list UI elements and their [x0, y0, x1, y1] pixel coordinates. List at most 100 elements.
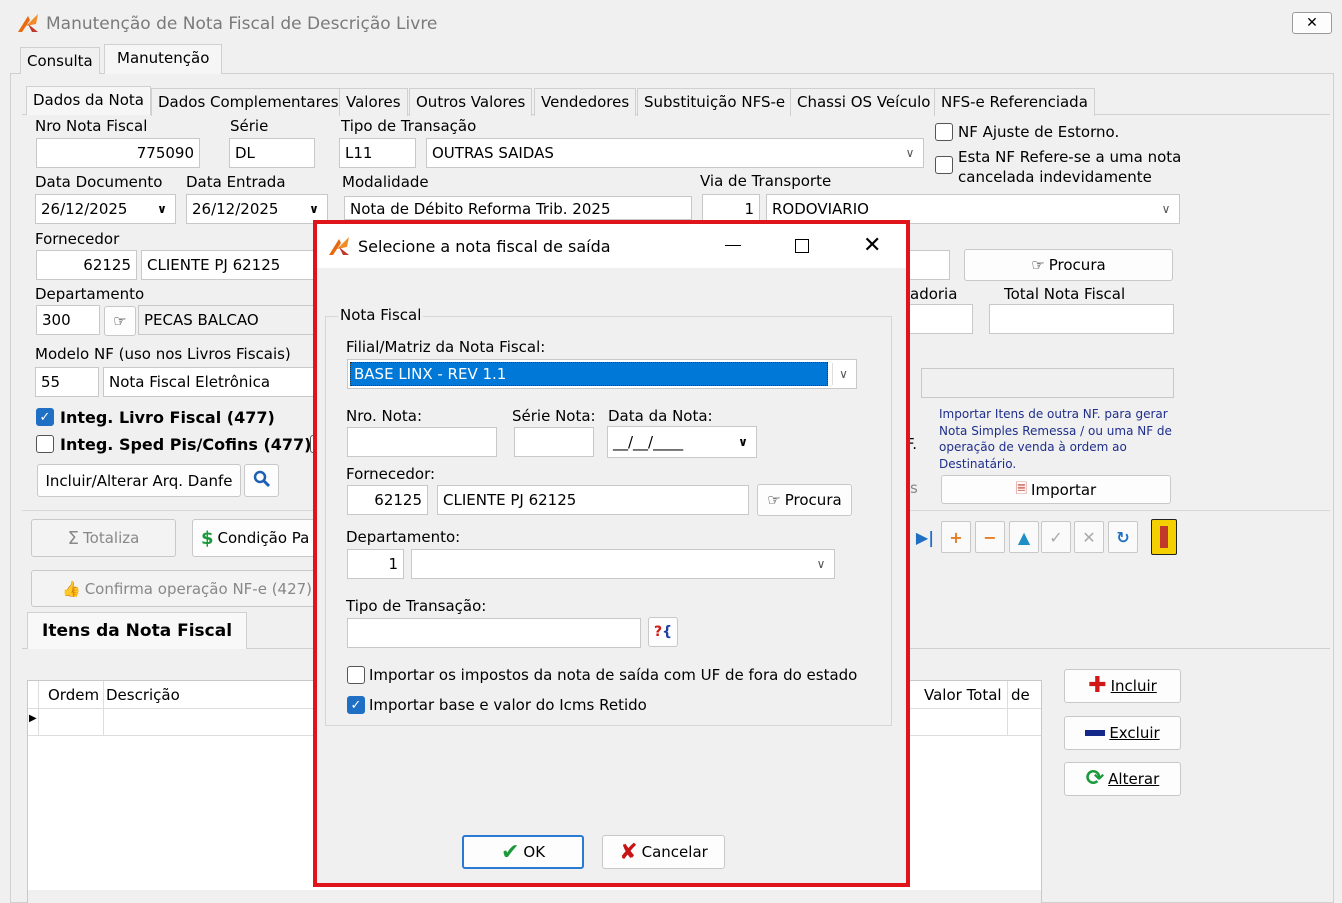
mercadoria-label: adoria — [910, 285, 958, 303]
data-entrada-label: Data Entrada — [186, 173, 286, 191]
excluir-label: Excluir — [1109, 724, 1160, 742]
column-header-descricao[interactable]: Descrição — [106, 686, 180, 704]
column-header-de[interactable]: de — [1011, 686, 1030, 704]
row-indicator-icon: ▶ — [29, 713, 37, 724]
tab-manutencao[interactable]: Manutenção — [104, 44, 223, 75]
tab-itens-nota-fiscal[interactable]: Itens da Nota Fiscal — [27, 612, 248, 649]
tab-vendedores[interactable]: Vendedores — [534, 88, 637, 116]
modelo-nf-code-field[interactable]: 55 — [35, 367, 99, 397]
column-header-ordem[interactable]: Ordem — [48, 686, 99, 704]
integ-livro-checkbox[interactable]: ✓ — [36, 408, 54, 426]
nf-ajuste-checkbox[interactable] — [935, 123, 953, 141]
grid-footer-bar — [28, 890, 1041, 903]
sigma-icon: Σ — [67, 527, 80, 549]
tab-substituicao-nfse[interactable]: Substituição NFS-e — [637, 88, 793, 116]
cancel-record-button[interactable]: ✕ — [1074, 521, 1104, 553]
importar-label: Importar — [1031, 480, 1097, 499]
departamento-code-field[interactable]: 300 — [36, 305, 100, 335]
grid-col-divider — [103, 681, 104, 735]
departamento-search-button[interactable]: ☞ — [104, 306, 136, 336]
nf-refere-label: Esta NF Refere-se a uma nota cancelada i… — [958, 148, 1182, 186]
refresh-record-button[interactable]: ↻ — [1108, 521, 1138, 553]
totaliza-label: Totaliza — [83, 529, 140, 547]
dollar-icon: $ — [201, 527, 214, 549]
serie-field[interactable]: DL — [229, 138, 315, 168]
last-record-button[interactable]: ▶| — [910, 521, 940, 553]
plus-icon: ✚ — [1088, 673, 1107, 698]
tipo-transacao-code-field[interactable]: L11 — [339, 138, 416, 168]
condicao-pagamento-button[interactable]: $ Condição Pa — [192, 519, 322, 557]
nf-ajuste-label: NF Ajuste de Estorno. — [958, 123, 1120, 141]
procura-label: Procura — [1048, 256, 1106, 274]
chevron-down-icon: ∨ — [905, 146, 915, 160]
fornecedor-name-field[interactable]: CLIENTE PJ 62125 — [141, 250, 321, 280]
alterar-label: Alterar — [1108, 770, 1160, 788]
window-title: Manutenção de Nota Fiscal de Descrição L… — [46, 14, 438, 34]
tipo-transacao-label: Tipo de Transação — [341, 117, 477, 135]
grid-col-divider — [1007, 681, 1008, 735]
data-entrada-value: 26/12/2025 — [192, 200, 279, 218]
integ-sped-label: Integ. Sped Pis/Cofins (477) — [60, 435, 312, 454]
modalidade-select[interactable]: Nota de Débito Reforma Trib. 2025 — [344, 196, 692, 220]
excluir-item-button[interactable]: Excluir — [1064, 716, 1181, 750]
procura-button[interactable]: ☞ Procura — [964, 249, 1173, 281]
departamento-name-field: PECAS BALCAO — [138, 305, 318, 335]
via-transporte-label: Via de Transporte — [700, 172, 832, 190]
incluir-arq-danfe-button[interactable]: Incluir/Alterar Arq. Danfe — [37, 464, 241, 497]
nro-nota-field[interactable]: 775090 — [36, 138, 200, 168]
modelo-nf-label: Modelo NF (uso nos Livros Fiscais) — [35, 345, 291, 363]
incluir-label: Incluir — [1110, 677, 1157, 695]
tab-outros-valores[interactable]: Outros Valores — [409, 88, 533, 116]
itens-nota-fiscal-label: Itens da Nota Fiscal — [42, 621, 233, 641]
minus-icon — [1085, 730, 1106, 736]
data-documento-field[interactable]: 26/12/2025 ∨ — [35, 194, 176, 224]
title-bar: Manutenção de Nota Fiscal de Descrição L… — [0, 0, 1342, 44]
serie-label: Série — [230, 117, 269, 135]
integ-sped-checkbox[interactable] — [36, 435, 54, 453]
close-button[interactable]: ✕ — [1292, 12, 1332, 34]
totaliza-button[interactable]: Σ Totaliza — [31, 519, 176, 557]
column-header-valor-total[interactable]: Valor Total — [924, 686, 1002, 704]
incluir-arq-danfe-label: Incluir/Alterar Arq. Danfe — [45, 471, 233, 490]
pointing-hand-icon: ☞ — [1031, 256, 1045, 274]
tab-dados-da-nota[interactable]: Dados da Nota — [26, 86, 151, 115]
total-nota-field[interactable] — [989, 304, 1174, 334]
importar-button[interactable]: 🗏 Importar — [941, 475, 1171, 504]
mercadoria-field[interactable] — [905, 304, 973, 334]
chevron-down-icon[interactable]: ∨ — [303, 198, 325, 220]
data-documento-label: Data Documento — [35, 173, 163, 191]
insert-record-button[interactable]: + — [941, 521, 971, 553]
app-logo-icon — [16, 12, 40, 38]
post-record-button[interactable]: ✓ — [1041, 521, 1071, 553]
fornecedor-code-field[interactable]: 62125 — [36, 250, 137, 280]
tab-valores[interactable]: Valores — [339, 88, 408, 116]
chevron-down-icon: ∨ — [1161, 202, 1171, 216]
tab-chassi-os-veiculo[interactable]: Chassi OS Veículo — [790, 88, 938, 116]
delete-record-button[interactable]: − — [975, 521, 1005, 553]
modalidade-value: Nota de Débito Reforma Trib. 2025 — [350, 200, 611, 218]
nf-refere-checkbox[interactable] — [935, 156, 953, 174]
modalidade-label: Modalidade — [342, 173, 429, 191]
edit-record-button[interactable]: ▲ — [1009, 521, 1039, 553]
confirma-operacao-button[interactable]: 👍 Confirma operação NF-e (427) — [31, 570, 321, 607]
fornecedor-label: Fornecedor — [35, 230, 120, 248]
tab-dados-complementares[interactable]: Dados Complementares — [151, 88, 346, 116]
exit-door-icon[interactable] — [1151, 519, 1177, 555]
alterar-item-button[interactable]: ⟳ Alterar — [1064, 762, 1181, 796]
modelo-nf-name-field[interactable]: Nota Fiscal Eletrônica — [103, 367, 315, 397]
chevron-down-icon[interactable]: ∨ — [151, 198, 173, 220]
tipo-transacao-value: OUTRAS SAIDAS — [432, 144, 554, 162]
condicao-pagamento-label: Condição Pa — [217, 529, 310, 547]
search-button[interactable] — [244, 464, 279, 497]
incluir-item-button[interactable]: ✚ Incluir — [1064, 669, 1181, 703]
importar-info-text: Importar Itens de outra NF. para gerar N… — [939, 407, 1172, 471]
grid-col-divider — [38, 681, 39, 735]
extra-readonly-field — [921, 368, 1174, 398]
tab-consulta[interactable]: Consulta — [20, 47, 100, 75]
tab-nfse-referenciada[interactable]: NFS-e Referenciada — [934, 88, 1095, 116]
refresh-icon: ⟳ — [1085, 766, 1105, 791]
departamento-label: Departamento — [35, 285, 145, 303]
tipo-transacao-select[interactable]: OUTRAS SAIDAS ∨ — [426, 138, 924, 168]
integ-livro-label: Integ. Livro Fiscal (477) — [60, 408, 275, 427]
data-entrada-field[interactable]: 26/12/2025 ∨ — [186, 194, 328, 224]
